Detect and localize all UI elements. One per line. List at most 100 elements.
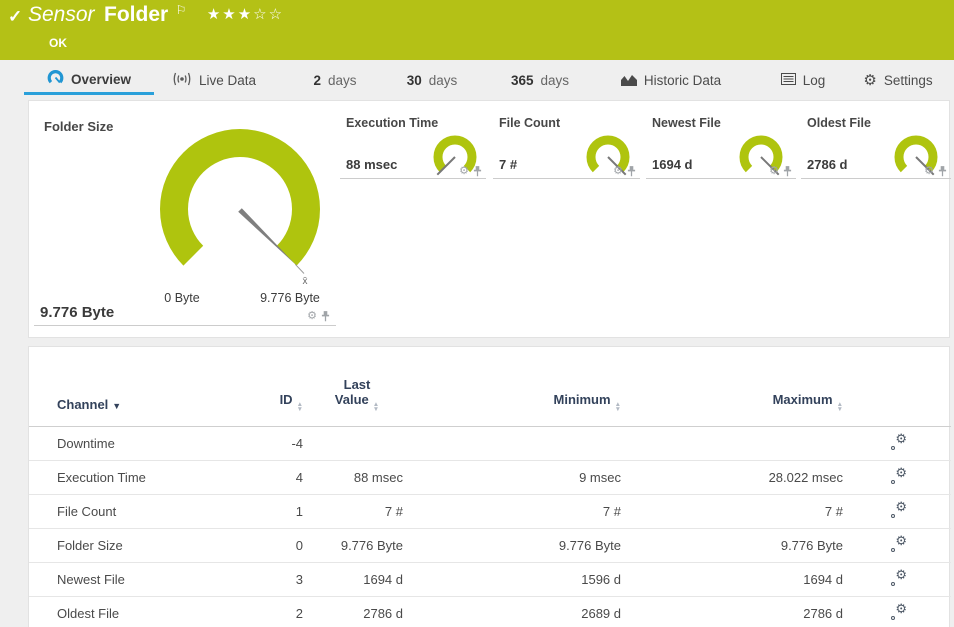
channel-last-value: 7 # xyxy=(307,494,407,529)
channel-maximum: 9.776 Byte xyxy=(625,528,847,563)
status-check-icon: ✓ xyxy=(8,7,23,26)
gauge-settings-icon[interactable]: ⚙ xyxy=(307,311,317,322)
channel-minimum: 9.776 Byte xyxy=(407,528,625,563)
channel-minimum: 9 msec xyxy=(407,460,625,495)
sort-icon: ▲ ▼ xyxy=(836,401,843,413)
pin-icon[interactable] xyxy=(473,166,482,177)
channel-name: File Count xyxy=(29,494,241,529)
tab-bar: Overview Live Data 2 days 30 days 365 da… xyxy=(0,60,954,97)
gauge-title: Oldest File xyxy=(807,116,871,130)
channel-maximum: 7 # xyxy=(625,494,847,529)
pin-icon[interactable] xyxy=(783,166,792,177)
gauge-settings-icon[interactable]: ⚙ xyxy=(769,166,779,177)
tab-settings[interactable]: ⚙ Settings xyxy=(850,66,946,95)
channel-settings-icon[interactable]: ⚙ xyxy=(891,568,907,586)
tab-historic-data[interactable]: Historic Data xyxy=(610,66,732,95)
gauge-value: 2786 d xyxy=(807,157,848,172)
channel-last-value: 9.776 Byte xyxy=(307,528,407,563)
channel-settings-icon[interactable]: ⚙ xyxy=(891,534,907,552)
channel-name: Newest File xyxy=(29,562,241,597)
tab-2-days[interactable]: 2 days xyxy=(298,66,372,95)
table-row-execution-time: Execution Time 4 88 msec 9 msec 28.022 m… xyxy=(29,460,951,495)
historic-data-icon xyxy=(620,73,637,89)
table-header-row: Channel ▼ ID ▲ ▼ Last Value ▲ ▼ Minimum ▲ ▼ Max… xyxy=(29,347,951,427)
gauge-icon xyxy=(47,70,64,88)
column-header-channel[interactable]: Channel ▼ xyxy=(29,347,241,427)
column-header-maximum[interactable]: Maximum ▲ ▼ xyxy=(625,347,847,427)
column-header-last-value[interactable]: Last Value ▲ ▼ xyxy=(307,347,407,427)
tab-log[interactable]: Log xyxy=(770,66,836,95)
live-data-icon xyxy=(172,72,192,89)
channel-maximum: 2786 d xyxy=(625,596,847,627)
chevron-down-icon: ▼ xyxy=(112,401,122,411)
gauge-title: Newest File xyxy=(652,116,721,130)
column-header-edit xyxy=(847,347,951,427)
channel-last-value: 2786 d xyxy=(307,596,407,627)
sensor-title: Sensor Folder ⚐ ★★★☆☆ xyxy=(28,3,284,27)
tab-365-days[interactable]: 365 days xyxy=(496,66,584,95)
channel-id: 1 xyxy=(241,494,307,529)
pin-icon[interactable] xyxy=(321,311,330,322)
priority-stars[interactable]: ★★★☆☆ xyxy=(207,6,284,23)
channel-id: 4 xyxy=(241,460,307,495)
channel-name: Downtime xyxy=(29,426,241,461)
channel-settings-icon[interactable]: ⚙ xyxy=(891,466,907,484)
gauge-value: 88 msec xyxy=(346,157,398,172)
channel-maximum: 28.022 msec xyxy=(625,460,847,495)
table-row-folder-size: Folder Size 0 9.776 Byte 9.776 Byte 9.77… xyxy=(29,528,951,563)
newest-file-gauge-tile: Newest File 1694 d ⚙ xyxy=(646,109,796,179)
flag-icon: ⚐ xyxy=(175,3,187,17)
gauge-settings-icon[interactable]: ⚙ xyxy=(924,166,934,177)
sensor-header: ✓ Sensor Folder ⚐ ★★★☆☆ OK xyxy=(0,0,954,60)
channel-minimum: 2689 d xyxy=(407,596,625,627)
execution-time-gauge-tile: Execution Time 88 msec ⚙ xyxy=(340,109,486,179)
gauge-settings-icon[interactable]: ⚙ xyxy=(613,166,623,177)
gauge-value: 1694 d xyxy=(652,157,693,172)
gear-icon: ⚙ xyxy=(863,72,877,89)
column-header-minimum[interactable]: Minimum ▲ ▼ xyxy=(407,347,625,427)
channel-id: 0 xyxy=(241,528,307,563)
average-marker: x̄ xyxy=(303,276,308,287)
table-row-file-count: File Count 1 7 # 7 # 7 # ⚙ xyxy=(29,494,951,529)
folder-size-gauge-tile: Folder Size x̄ 0 Byte 9.776 Byte 9.776 B… xyxy=(34,109,336,326)
prtg-sensor-page: ✓ Sensor Folder ⚐ ★★★☆☆ OK Overview Live… xyxy=(0,0,954,627)
gauge-settings-icon[interactable]: ⚙ xyxy=(459,166,469,177)
gauge-value: 9.776 Byte xyxy=(40,304,115,321)
status-badge: OK xyxy=(49,36,67,50)
table-row-newest-file: Newest File 3 1694 d 1596 d 1694 d ⚙ xyxy=(29,562,951,597)
channel-id: 3 xyxy=(241,562,307,597)
sort-icon: ▲ ▼ xyxy=(296,401,303,413)
tab-30-days[interactable]: 30 days xyxy=(390,66,474,95)
gauge-scale-min: 0 Byte xyxy=(164,291,200,305)
gauge-scale-max: 9.776 Byte xyxy=(260,291,320,305)
pin-icon[interactable] xyxy=(627,166,636,177)
tab-live-data[interactable]: Live Data xyxy=(158,66,270,95)
table-row-oldest-file: Oldest File 2 2786 d 2689 d 2786 d ⚙ xyxy=(29,596,951,627)
sensor-title-prefix: Sensor xyxy=(28,3,95,26)
channel-last-value xyxy=(307,426,407,461)
channel-settings-icon[interactable]: ⚙ xyxy=(891,500,907,518)
channel-minimum xyxy=(407,426,625,461)
column-header-id[interactable]: ID ▲ ▼ xyxy=(241,347,307,427)
channel-maximum: 1694 d xyxy=(625,562,847,597)
channel-name: Folder Size xyxy=(29,528,241,563)
tab-overview[interactable]: Overview xyxy=(24,66,154,95)
channels-panel: Channel ▼ ID ▲ ▼ Last Value ▲ ▼ Minimum ▲ ▼ Max… xyxy=(28,346,951,627)
sort-icon: ▲ ▼ xyxy=(614,401,621,413)
channel-minimum: 7 # xyxy=(407,494,625,529)
folder-size-gauge: x̄ xyxy=(160,129,320,287)
file-count-gauge-tile: File Count 7 # ⚙ xyxy=(493,109,640,179)
channel-id: -4 xyxy=(241,426,307,461)
channel-settings-icon[interactable]: ⚙ xyxy=(891,602,907,620)
channel-settings-icon[interactable]: ⚙ xyxy=(891,432,907,450)
channel-name: Execution Time xyxy=(29,460,241,495)
gauge-value: 7 # xyxy=(499,157,518,172)
channel-last-value: 1694 d xyxy=(307,562,407,597)
channel-minimum: 1596 d xyxy=(407,562,625,597)
pin-icon[interactable] xyxy=(938,166,947,177)
channel-id: 2 xyxy=(241,596,307,627)
gauges-panel: Folder Size x̄ 0 Byte 9.776 Byte 9.776 B… xyxy=(28,100,951,338)
oldest-file-gauge-tile: Oldest File 2786 d ⚙ xyxy=(801,109,951,179)
gauge-title: Execution Time xyxy=(346,116,439,130)
table-row-downtime: Downtime -4 ⚙ xyxy=(29,426,951,461)
